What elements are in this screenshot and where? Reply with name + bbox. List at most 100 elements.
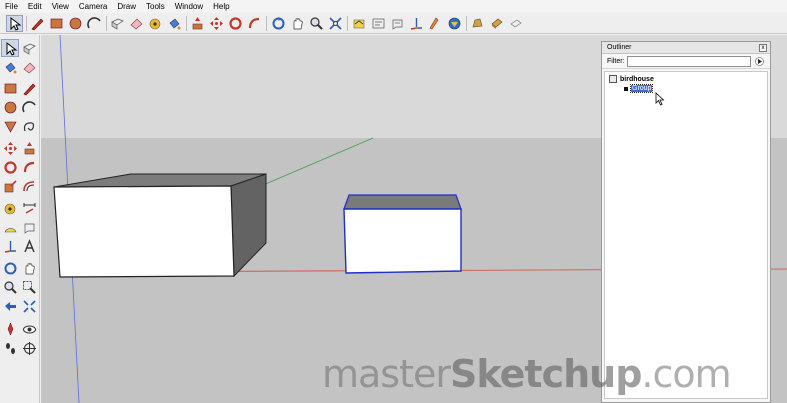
pan-icon — [293, 18, 303, 30]
lt-polygon-button[interactable] — [1, 117, 19, 135]
section-plane-button[interactable] — [427, 15, 444, 32]
rotate-tool-button[interactable] — [227, 15, 244, 32]
push-pull-icon — [24, 141, 34, 154]
move-tool-button[interactable] — [208, 15, 225, 32]
pencil-tool-button[interactable] — [29, 15, 46, 32]
close-icon[interactable]: x — [759, 44, 767, 52]
lt-eraser-button[interactable] — [20, 58, 38, 76]
menu-help[interactable]: Help — [208, 0, 234, 13]
menu-tools[interactable]: Tools — [141, 0, 170, 13]
eraser-tool-button[interactable] — [128, 15, 145, 32]
menu-draw[interactable]: Draw — [112, 0, 141, 13]
warehouse-button[interactable] — [488, 15, 505, 32]
follow-me-tool-button[interactable] — [246, 15, 263, 32]
lt-dimension-button[interactable] — [20, 199, 38, 217]
menu-window[interactable]: Window — [170, 0, 208, 13]
lt-freehand-button[interactable] — [20, 117, 38, 135]
dimension-icon — [372, 18, 385, 29]
rectangle-tool-button[interactable] — [48, 15, 65, 32]
text-icon — [24, 223, 34, 234]
lt-pan-button[interactable] — [20, 259, 38, 277]
3d-text-icon — [23, 238, 35, 252]
extension-button[interactable] — [507, 15, 524, 32]
lt-rectangle-button[interactable] — [1, 79, 19, 97]
circle-tool-button[interactable] — [67, 15, 84, 32]
text-tool-button[interactable] — [389, 15, 406, 32]
filter-input[interactable] — [627, 56, 751, 67]
lt-position-camera-button[interactable] — [1, 320, 19, 338]
tape-measure-tool-button[interactable] — [147, 15, 164, 32]
zoom-tool-button[interactable] — [308, 15, 325, 32]
pencil-icon — [23, 83, 35, 95]
zoom-extents-button[interactable] — [327, 15, 344, 32]
make-component-button[interactable] — [109, 15, 126, 32]
large-tool-set — [0, 35, 40, 403]
lt-rotate-button[interactable] — [1, 158, 19, 176]
arc-icon — [87, 17, 101, 29]
dimension-tool-button[interactable] — [370, 15, 387, 32]
lt-walk-button[interactable] — [1, 339, 19, 357]
lt-circle-button[interactable] — [1, 98, 19, 116]
tree-group-item[interactable]: Group — [624, 84, 654, 93]
previous-view-icon — [4, 301, 16, 311]
group-icon — [624, 86, 628, 91]
paint-bucket-tool-button[interactable] — [166, 15, 183, 32]
lt-zoom-extents-button[interactable] — [20, 297, 38, 315]
lt-text-button[interactable] — [20, 218, 38, 236]
text-icon — [392, 19, 403, 30]
menu-edit[interactable]: Edit — [23, 0, 47, 13]
polygon-icon — [3, 121, 17, 133]
pan-tool-button[interactable] — [289, 15, 306, 32]
lt-push-pull-button[interactable] — [20, 139, 38, 157]
lt-zoom-window-button[interactable] — [20, 278, 38, 296]
tree-root-label: birdhouse — [620, 75, 654, 83]
axes-icon — [4, 240, 16, 253]
axes-icon — [410, 18, 422, 30]
tree-root-item[interactable]: birdhouse — [609, 75, 654, 83]
follow-me-icon — [23, 161, 34, 172]
left-box[interactable] — [53, 173, 267, 278]
lt-axes-button[interactable] — [1, 237, 19, 255]
select-tool-button[interactable] — [6, 15, 23, 32]
arc-tool-button[interactable] — [86, 15, 103, 32]
menu-view[interactable]: View — [47, 0, 74, 13]
look-around-icon — [22, 325, 36, 333]
warehouse-icon — [491, 18, 503, 29]
menu-file[interactable]: File — [0, 0, 23, 13]
pan-icon — [25, 262, 35, 274]
details-arrow-button[interactable] — [754, 56, 765, 67]
lt-3d-text-button[interactable] — [20, 237, 38, 255]
menu-camera[interactable]: Camera — [74, 0, 112, 13]
lt-tape-button[interactable] — [1, 199, 19, 217]
axes-tool-button[interactable] — [408, 15, 425, 32]
lt-component-button[interactable] — [20, 39, 38, 57]
rotate-icon — [229, 17, 242, 30]
mouse-cursor-icon — [655, 92, 665, 106]
components-button[interactable] — [351, 15, 368, 32]
lt-paint-button[interactable] — [1, 58, 19, 76]
lt-zoom-button[interactable] — [1, 278, 19, 296]
lt-arc-button[interactable] — [20, 98, 38, 116]
push-pull-tool-button[interactable] — [189, 15, 206, 32]
lt-scale-button[interactable] — [1, 177, 19, 195]
outliner-tree[interactable]: birdhouse Group — [604, 71, 768, 399]
lt-select-button[interactable] — [1, 39, 19, 57]
lt-follow-me-button[interactable] — [20, 158, 38, 176]
orbit-icon — [272, 17, 285, 30]
lt-orbit-button[interactable] — [1, 259, 19, 277]
get-models-button[interactable] — [446, 15, 463, 32]
offset-icon — [22, 180, 34, 191]
menu-bar: File Edit View Camera Draw Tools Window … — [0, 0, 787, 13]
lt-look-around-button[interactable] — [20, 320, 38, 338]
rectangle-icon — [50, 18, 63, 29]
orbit-tool-button[interactable] — [270, 15, 287, 32]
lt-move-button[interactable] — [1, 139, 19, 157]
lt-previous-view-button[interactable] — [1, 297, 19, 315]
share-model-button[interactable] — [469, 15, 486, 32]
lt-protractor-button[interactable] — [1, 218, 19, 236]
selected-group-box[interactable] — [343, 194, 462, 274]
lt-section-button[interactable] — [20, 339, 38, 357]
lt-offset-button[interactable] — [20, 177, 38, 195]
watermark-part3: .com — [641, 352, 731, 396]
lt-line-button[interactable] — [20, 79, 38, 97]
